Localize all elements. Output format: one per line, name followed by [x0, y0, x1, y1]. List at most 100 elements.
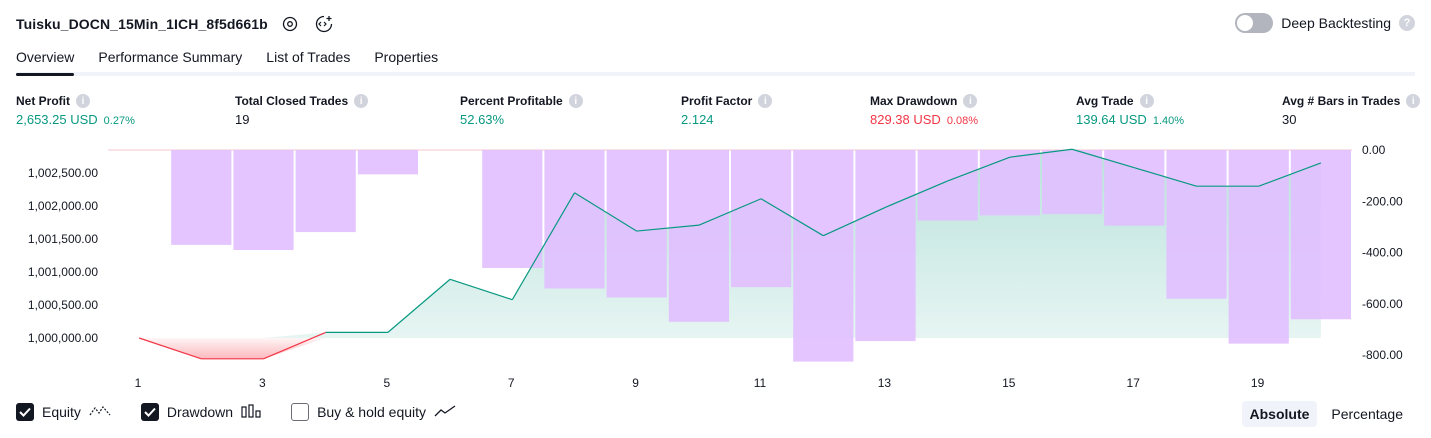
- legend-label: Buy & hold equity: [317, 404, 427, 420]
- equity-drawdown-chart[interactable]: 1,000,000.00 1,000,500.00 1,001,000.00 1,00…: [0, 140, 1431, 392]
- x-axis-tick: 5: [383, 376, 390, 390]
- metric-value: 139.64 USD: [1076, 112, 1147, 127]
- info-icon[interactable]: i: [354, 94, 369, 108]
- legend-buy-hold[interactable]: Buy & hold equity: [291, 403, 456, 421]
- metric-value: 52.63%: [460, 112, 505, 127]
- right-axis-tick: -600.00: [1362, 297, 1403, 311]
- tab-overview[interactable]: Overview: [16, 44, 75, 76]
- chart-legend: Equity Drawdown Buy & hold equity: [16, 403, 486, 421]
- info-icon[interactable]: i: [963, 94, 978, 108]
- drawdown-bar: [731, 150, 792, 288]
- toggle-knob: [1237, 15, 1254, 31]
- drawdown-bar: [1042, 150, 1103, 215]
- drawdown-bar: [171, 150, 232, 245]
- left-axis-tick: 1,000,500.00: [28, 298, 98, 312]
- right-axis-tick: -400.00: [1362, 246, 1403, 260]
- equity-loss-area: [139, 338, 1321, 359]
- drawdown-bar: [668, 150, 729, 322]
- metric-value: 2,653.25 USD: [16, 112, 98, 127]
- info-icon[interactable]: i: [1139, 94, 1154, 108]
- tab-bar: Overview Performance Summary List of Tra…: [16, 44, 1415, 76]
- metric-net-profit: Net Profit i 2,653.25 USD 0.27%: [16, 93, 135, 127]
- left-axis-tick: 1,002,000.00: [28, 199, 98, 213]
- strategy-header: Tuisku_DOCN_15Min_1ICH_8f5d661b: [16, 12, 336, 36]
- tab-properties[interactable]: Properties: [374, 44, 438, 72]
- x-axis-tick: 7: [508, 376, 515, 390]
- tab-list-of-trades[interactable]: List of Trades: [266, 44, 350, 72]
- metric-value: 2.124: [681, 112, 714, 127]
- buy-hold-line-icon: [434, 404, 456, 421]
- metric-max-drawdown: Max Drawdown i 829.38 USD 0.08%: [870, 93, 978, 127]
- metric-avg-bars: Avg # Bars in Trades i 30: [1282, 93, 1421, 127]
- drawdown-bar: [855, 150, 916, 342]
- tab-performance-summary[interactable]: Performance Summary: [98, 44, 242, 72]
- drawdown-bar: [544, 150, 605, 289]
- x-axis-tick: 13: [878, 376, 892, 390]
- metric-value: 829.38 USD: [870, 112, 941, 127]
- left-axis-tick: 1,001,500.00: [28, 232, 98, 246]
- help-icon[interactable]: ?: [1399, 15, 1415, 31]
- left-axis-tick: 1,001,000.00: [28, 265, 98, 279]
- metric-percent-profitable: Percent Profitable i 52.63%: [460, 93, 583, 127]
- x-axis-tick: 11: [754, 376, 767, 390]
- metric-label: Avg Trade: [1076, 94, 1134, 108]
- metric-value: 30: [1282, 112, 1297, 127]
- metric-profit-factor: Profit Factor i 2.124: [681, 93, 773, 127]
- metric-percent: 0.08%: [946, 115, 979, 127]
- metric-avg-trade: Avg Trade i 139.64 USD 1.40%: [1076, 93, 1184, 127]
- equity-line-icon: [89, 404, 111, 421]
- drawdown-bar: [233, 150, 294, 251]
- right-axis-tick: 0.00: [1362, 143, 1386, 157]
- drawdown-checkbox[interactable]: [140, 403, 159, 421]
- info-icon[interactable]: i: [1406, 94, 1421, 108]
- equity-checkbox[interactable]: [16, 403, 34, 421]
- drawdown-bar: [295, 150, 356, 233]
- strategy-name: Tuisku_DOCN_15Min_1ICH_8f5d661b: [16, 16, 268, 32]
- metric-percent: 0.27%: [103, 115, 135, 127]
- info-icon[interactable]: i: [76, 94, 90, 108]
- buy-hold-checkbox[interactable]: [291, 403, 310, 421]
- left-axis-tick: 1,000,000.00: [28, 331, 98, 345]
- drawdown-bar: [917, 150, 978, 221]
- settings-icon[interactable]: [278, 12, 302, 36]
- right-axis-tick: -200.00: [1362, 194, 1403, 208]
- legend-label: Drawdown: [166, 404, 234, 420]
- drawdown-bar: [1166, 150, 1227, 299]
- x-axis-tick: 15: [1002, 376, 1016, 390]
- x-axis-tick: 9: [632, 376, 639, 390]
- metric-label: Profit Factor: [681, 94, 753, 108]
- drawdown-bar: [357, 150, 418, 175]
- drawdown-bar: [482, 150, 543, 268]
- drawdown-bars-icon: [241, 403, 261, 421]
- left-axis-tick: 1,002,500.00: [28, 166, 98, 180]
- legend-equity[interactable]: Equity: [16, 403, 111, 421]
- metric-label: Percent Profitable: [460, 94, 563, 108]
- drawdown-bar: [793, 150, 854, 362]
- legend-label: Equity: [42, 404, 81, 420]
- x-axis-tick: 17: [1127, 376, 1141, 390]
- drawdown-bar: [1228, 150, 1289, 344]
- x-axis-tick: 1: [135, 376, 142, 390]
- percentage-button[interactable]: Percentage: [1323, 401, 1411, 427]
- info-icon[interactable]: i: [758, 94, 773, 108]
- right-axis-tick: -800.00: [1362, 348, 1403, 362]
- deep-backtesting-label: Deep Backtesting: [1281, 15, 1391, 31]
- source-code-icon[interactable]: [312, 12, 336, 36]
- absolute-button[interactable]: Absolute: [1241, 401, 1318, 427]
- deep-backtesting-toggle[interactable]: [1235, 13, 1274, 33]
- drawdown-bar: [606, 150, 667, 298]
- mode-switch: Absolute Percentage: [1241, 401, 1412, 427]
- x-axis-tick: 19: [1251, 376, 1265, 390]
- metric-total-closed-trades: Total Closed Trades i 19: [235, 93, 369, 127]
- legend-drawdown[interactable]: Drawdown: [140, 403, 261, 421]
- info-icon[interactable]: i: [568, 94, 583, 108]
- metric-label: Avg # Bars in Trades: [1282, 94, 1401, 108]
- metric-value: 19: [235, 112, 250, 127]
- metric-label: Net Profit: [16, 94, 70, 108]
- metric-label: Total Closed Trades: [235, 94, 349, 108]
- deep-backtesting: Deep Backtesting ?: [1235, 13, 1415, 33]
- drawdown-bar: [1290, 150, 1351, 320]
- x-axis-tick: 3: [259, 376, 266, 390]
- drawdown-bar: [979, 150, 1040, 216]
- metric-label: Max Drawdown: [870, 94, 958, 108]
